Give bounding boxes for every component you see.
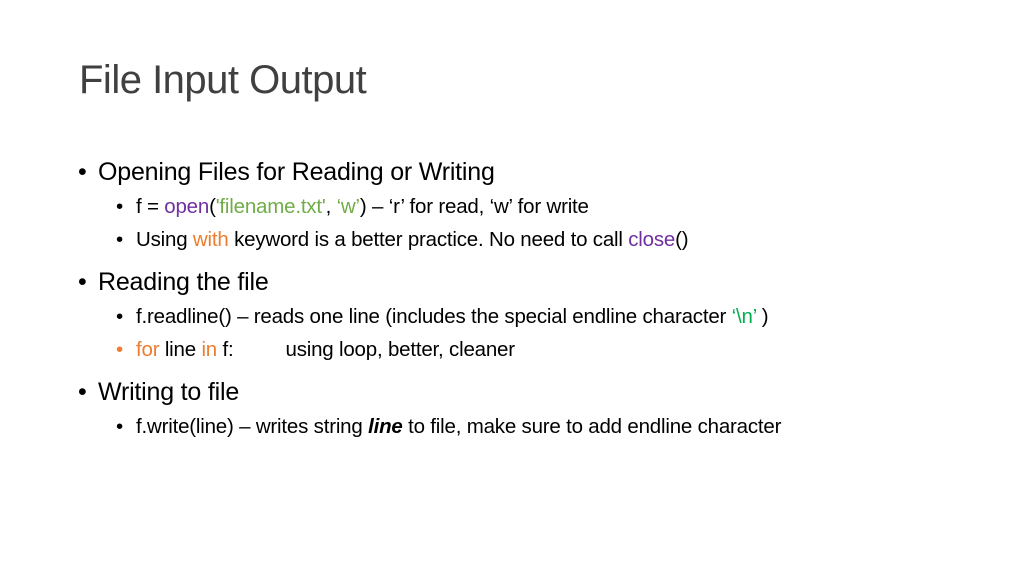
emphasis-line: line xyxy=(368,415,403,438)
text: , xyxy=(325,195,337,218)
bullet-reading: • Reading the file xyxy=(76,264,976,300)
bullet-icon: • xyxy=(78,158,87,186)
sub-bullet-readline: • f.readline() – reads one line (include… xyxy=(76,300,976,333)
text: ( xyxy=(209,195,216,218)
text: () xyxy=(675,228,689,251)
text: f = xyxy=(136,195,165,218)
bullet-writing: • Writing to file xyxy=(76,374,976,410)
heading-text: Opening Files for Reading or Writing xyxy=(98,158,495,186)
keyword-with: with xyxy=(192,228,229,251)
text: ) – ‘r’ for read, ‘w’ for write xyxy=(359,195,589,218)
keyword-close: close xyxy=(628,228,676,251)
string-mode: ‘w’ xyxy=(336,195,361,218)
sub-bullet-open: • f = open('filename.txt', ‘w’) – ‘r’ fo… xyxy=(76,190,976,223)
bullet-icon: • xyxy=(116,228,123,251)
text: to file, make sure to add endline charac… xyxy=(402,415,782,438)
bullet-icon: • xyxy=(78,378,87,406)
text: Using xyxy=(136,228,193,251)
bullet-icon: • xyxy=(116,195,123,218)
sub-bullet-with: • Using with keyword is a better practic… xyxy=(76,223,976,256)
heading-text: Reading the file xyxy=(98,268,269,296)
sub-bullet-write: • f.write(line) – writes string line to … xyxy=(76,410,976,443)
keyword-for: for xyxy=(136,338,160,361)
text: f: xyxy=(217,338,234,361)
text: ) xyxy=(756,305,769,328)
string-filename: 'filename.txt' xyxy=(215,195,326,218)
bullet-icon: • xyxy=(116,415,123,438)
text: f.write(line) – writes string xyxy=(136,415,369,438)
text: f.readline() – reads one line (includes … xyxy=(136,305,732,328)
heading-text: Writing to file xyxy=(98,378,240,406)
text: line xyxy=(159,338,202,361)
bullet-icon: • xyxy=(78,268,87,296)
bullet-opening-files: • Opening Files for Reading or Writing xyxy=(76,154,976,190)
bullet-icon: • xyxy=(116,305,123,328)
string-newline: ‘\n’ xyxy=(731,305,757,328)
bullet-icon: • xyxy=(116,338,123,361)
slide-content: • Opening Files for Reading or Writing •… xyxy=(76,154,976,443)
keyword-open: open xyxy=(164,195,210,218)
keyword-in: in xyxy=(201,338,217,361)
text: keyword is a better practice. No need to… xyxy=(228,228,629,251)
text: using loop, better, cleaner xyxy=(285,338,516,361)
sub-bullet-for-loop: • for line in f: using loop, better, clea… xyxy=(76,333,976,366)
slide-title: File Input Output xyxy=(79,58,367,102)
